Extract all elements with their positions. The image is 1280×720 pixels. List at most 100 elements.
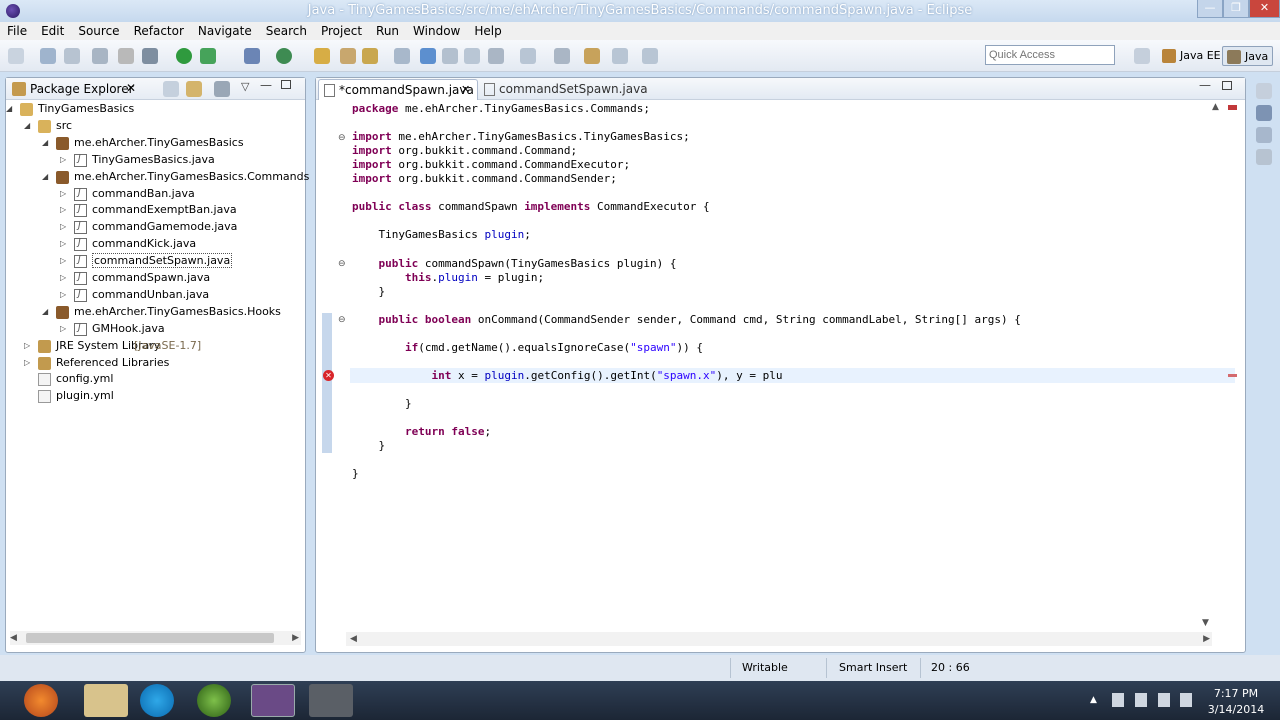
menu-run[interactable]: Run	[369, 22, 406, 40]
menu-refactor[interactable]: Refactor	[127, 22, 191, 40]
open-perspective-icon[interactable]	[1134, 48, 1150, 64]
tab-commandsetspawn[interactable]: commandSetSpawn.java	[482, 81, 648, 99]
server-icon[interactable]	[118, 48, 134, 64]
restore-icon[interactable]	[1256, 83, 1272, 99]
scrollbar-thumb[interactable]	[26, 633, 274, 643]
collapsed-arrow-icon[interactable]: ▷	[60, 155, 70, 165]
code-line[interactable]: public class commandSpawn implements Com…	[352, 200, 710, 214]
collapsed-arrow-icon[interactable]: ▷	[60, 273, 70, 283]
code-line[interactable]: }	[352, 467, 359, 481]
show-hidden-icons-icon[interactable]: ▲	[1090, 695, 1097, 705]
menu-edit[interactable]: Edit	[34, 22, 71, 40]
search-icon[interactable]	[362, 48, 378, 64]
firefox-icon[interactable]	[24, 684, 58, 717]
open-task-icon[interactable]	[340, 48, 356, 64]
volume-icon[interactable]	[1180, 693, 1192, 707]
block-selection-icon[interactable]	[442, 48, 458, 64]
collapsed-arrow-icon[interactable]: ▷	[60, 290, 70, 300]
tab-commandspawn[interactable]: *commandSpawn.java ✕	[318, 79, 478, 100]
back-icon[interactable]	[584, 48, 600, 64]
show-whitespace-icon[interactable]	[464, 48, 480, 64]
package-explorer-title[interactable]: Package Explorer	[30, 82, 134, 96]
close-tab-icon[interactable]: ✕	[461, 83, 470, 96]
scroll-left-icon[interactable]: ◀	[350, 634, 357, 644]
debug-icon[interactable]	[142, 48, 158, 64]
code-line[interactable]: package me.ehArcher.TinyGamesBasics.Comm…	[352, 102, 650, 116]
collapsed-arrow-icon[interactable]: ▷	[24, 341, 34, 351]
fold-constructor-icon[interactable]: ⊖	[338, 259, 346, 269]
menu-search[interactable]: Search	[259, 22, 314, 40]
scroll-right-icon[interactable]: ▶	[1203, 634, 1210, 644]
collapse-all-icon[interactable]	[163, 81, 179, 97]
focus-icon[interactable]	[214, 81, 230, 97]
next-annotation-icon[interactable]	[488, 48, 504, 64]
outline-icon[interactable]	[1256, 105, 1272, 121]
scroll-right-icon[interactable]: ▶	[292, 633, 299, 643]
collapsed-arrow-icon[interactable]: ▷	[60, 222, 70, 232]
view-menu-icon[interactable]: ▽	[241, 80, 249, 93]
menu-help[interactable]: Help	[467, 22, 508, 40]
horizontal-scrollbar[interactable]: ◀ ▶	[10, 631, 301, 645]
code-line[interactable]: import org.bukkit.command.Command;	[352, 144, 577, 158]
forward-icon[interactable]	[612, 48, 628, 64]
javadoc-icon[interactable]	[1256, 127, 1272, 143]
minimize-view-icon[interactable]: —	[260, 78, 272, 92]
collapsed-arrow-icon[interactable]: ▷	[60, 205, 70, 215]
close-view-icon[interactable]: ✕	[126, 81, 136, 95]
maximize-button[interactable]: ❐	[1223, 0, 1249, 18]
save-all-icon[interactable]	[64, 48, 80, 64]
code-line[interactable]: }	[352, 439, 385, 453]
declaration-icon[interactable]	[1256, 149, 1272, 165]
collapsed-arrow-icon[interactable]: ▷	[60, 324, 70, 334]
code-line[interactable]: this.plugin = plugin;	[352, 271, 544, 285]
toggle-mark-occurrences-icon[interactable]	[420, 48, 436, 64]
code-line[interactable]: public boolean onCommand(CommandSender s…	[352, 313, 1021, 327]
link-with-editor-icon[interactable]	[186, 81, 202, 97]
last-edit-icon[interactable]	[554, 48, 570, 64]
scroll-left-icon[interactable]: ◀	[10, 633, 17, 643]
collapsed-arrow-icon[interactable]: ▷	[60, 189, 70, 199]
overview-ruler-marker[interactable]	[1228, 105, 1237, 110]
menu-file[interactable]: File	[0, 22, 34, 40]
eclipse-taskbar-icon[interactable]	[251, 684, 295, 717]
run-icon[interactable]	[176, 48, 192, 64]
error-overview-marker[interactable]	[1228, 374, 1237, 377]
print-icon[interactable]	[92, 48, 108, 64]
spotify-icon[interactable]	[197, 684, 231, 717]
perspective-java-ee[interactable]: Java EE	[1158, 46, 1225, 66]
expanded-arrow-icon[interactable]: ◢	[42, 172, 52, 182]
flag-icon[interactable]	[1112, 693, 1124, 707]
collapsed-arrow-icon[interactable]: ▷	[60, 239, 70, 249]
network-icon[interactable]	[1158, 693, 1170, 707]
menu-source[interactable]: Source	[71, 22, 126, 40]
skype-icon[interactable]	[140, 684, 174, 717]
menu-project[interactable]: Project	[314, 22, 369, 40]
code-line[interactable]: }	[352, 397, 412, 411]
expanded-arrow-icon[interactable]: ◢	[6, 104, 16, 114]
expanded-arrow-icon[interactable]: ◢	[42, 138, 52, 148]
maximize-editor-icon[interactable]	[1222, 81, 1232, 90]
minimize-editor-icon[interactable]: —	[1199, 78, 1211, 92]
recorder-icon[interactable]	[309, 684, 353, 717]
expanded-arrow-icon[interactable]: ◢	[42, 307, 52, 317]
clock-time[interactable]: 7:17 PM	[1208, 687, 1264, 700]
code-line[interactable]: import org.bukkit.command.CommandSender;	[352, 172, 617, 186]
maximize-view-icon[interactable]	[281, 80, 291, 89]
new-icon[interactable]	[8, 48, 24, 64]
scroll-up-icon[interactable]: ▲	[1212, 102, 1219, 112]
open-type-icon[interactable]	[314, 48, 330, 64]
close-button[interactable]: ✕	[1249, 0, 1280, 18]
perspective-java[interactable]: Java	[1222, 46, 1274, 66]
fold-method-icon[interactable]: ⊖	[338, 315, 346, 325]
code-line[interactable]: import me.ehArcher.TinyGamesBasics.TinyG…	[352, 130, 690, 144]
collapsed-arrow-icon[interactable]: ▷	[24, 358, 34, 368]
quick-access-input[interactable]	[985, 45, 1115, 65]
code-line[interactable]: int x = plugin.getConfig().getInt("spawn…	[352, 369, 782, 383]
code-line[interactable]: return false;	[352, 425, 491, 439]
new-class-icon[interactable]	[276, 48, 292, 64]
error-icon[interactable]: ✕	[323, 370, 334, 381]
expanded-arrow-icon[interactable]: ◢	[24, 121, 34, 131]
file-explorer-icon[interactable]	[84, 684, 128, 717]
save-icon[interactable]	[40, 48, 56, 64]
code-line[interactable]: if(cmd.getName().equalsIgnoreCase("spawn…	[352, 341, 703, 355]
